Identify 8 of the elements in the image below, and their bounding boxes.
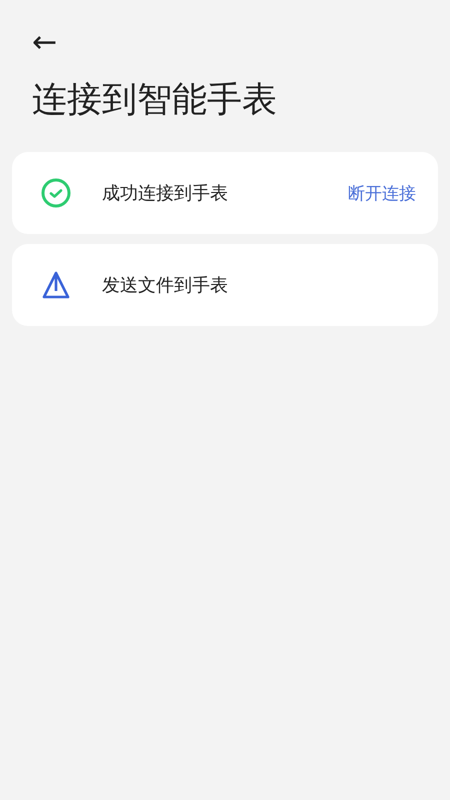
back-button[interactable]: ←	[32, 28, 58, 58]
page-title: 连接到智能手表	[32, 79, 278, 122]
action-card[interactable]: 发送文件到手表	[12, 244, 438, 326]
card-label: 成功连接到手表	[102, 182, 229, 205]
card-label: 发送文件到手表	[102, 274, 229, 297]
check-circle-icon	[40, 177, 72, 209]
disconnect-link[interactable]: 断开连接	[348, 182, 416, 204]
triangle-icon	[40, 269, 72, 301]
